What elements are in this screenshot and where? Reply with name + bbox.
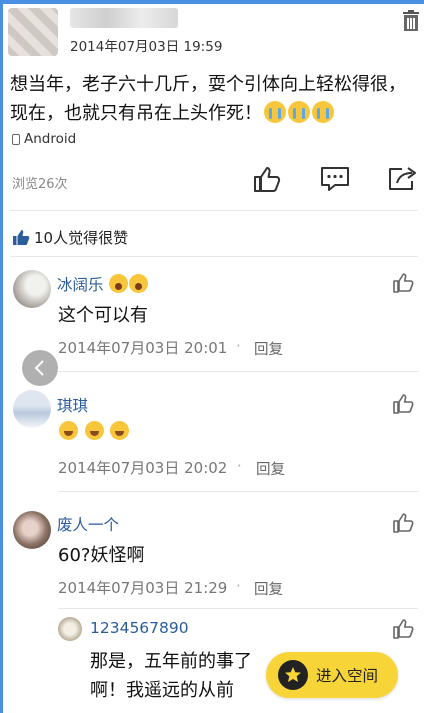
separator: · — [237, 457, 242, 475]
likes-summary-text: 10人觉得很赞 — [34, 229, 129, 247]
reply-text-line: 那是，五年前的事了 — [90, 651, 252, 672]
enter-space-button[interactable]: 进入空间 — [266, 652, 398, 698]
thumbs-up-icon — [13, 229, 30, 245]
comment-time: 2014年07月03日 20:01 — [58, 339, 228, 357]
crying-emoji-icon — [312, 101, 334, 123]
trash-icon[interactable] — [402, 10, 420, 32]
enter-space-label: 进入空间 — [316, 667, 379, 685]
divider — [58, 608, 418, 609]
star-icon — [278, 660, 308, 690]
comment-text — [58, 421, 130, 442]
divider — [10, 256, 418, 257]
reply-button[interactable]: 回复 — [256, 458, 285, 479]
separator: · — [236, 577, 241, 595]
thumbs-up-icon[interactable] — [392, 272, 414, 294]
phone-icon — [12, 133, 20, 145]
yawning-emoji-icon — [84, 421, 104, 440]
comment-time: 2014年07月03日 20:02 — [58, 459, 228, 477]
username-blurred — [70, 8, 178, 28]
reply-text-line: 啊！我遥远的从前 — [90, 680, 234, 701]
comment-time: 2014年07月03日 21:29 — [58, 579, 228, 597]
divider — [58, 371, 418, 372]
crying-emoji-icon — [288, 101, 310, 123]
thumbs-up-icon[interactable] — [392, 618, 414, 640]
comment-author-name[interactable]: 琪琪 — [57, 394, 88, 416]
reply-author-name[interactable]: 1234567890 — [90, 619, 189, 637]
avatar[interactable] — [13, 270, 51, 308]
avatar[interactable] — [13, 511, 51, 549]
window-frame-left — [0, 0, 3, 713]
avatar[interactable] — [58, 617, 82, 641]
crying-emoji-icon — [264, 101, 286, 123]
comment-author[interactable]: 冰阔乐 — [57, 273, 149, 295]
thumbs-up-icon[interactable] — [252, 164, 282, 194]
share-icon[interactable] — [388, 164, 418, 194]
divider — [10, 210, 418, 211]
chevron-left-icon[interactable] — [22, 350, 58, 386]
view-count: 浏览26次 — [12, 177, 68, 192]
avatar[interactable] — [13, 390, 51, 428]
comment-text: 60?妖怪啊 — [58, 545, 145, 566]
separator: · — [236, 337, 241, 355]
post-time: 2014年07月03日 19:59 — [70, 39, 223, 55]
surprised-emoji-icon — [109, 274, 129, 293]
reply-button[interactable]: 回复 — [254, 578, 283, 599]
window-frame-top — [0, 0, 424, 4]
comment-author-name[interactable]: 废人一个 — [57, 513, 119, 535]
thumbs-up-icon[interactable] — [392, 512, 414, 534]
divider — [58, 491, 418, 492]
comment-icon[interactable] — [320, 164, 350, 194]
platform-text: Android — [24, 131, 77, 147]
reply-button[interactable]: 回复 — [254, 338, 283, 359]
yawning-emoji-icon — [110, 421, 130, 440]
comment-text: 这个可以有 — [58, 305, 148, 326]
post-text: 想当年，老子六十几斤，耍个引体向上轻松得很，现在，也就只有吊在上头作死！ — [10, 74, 406, 124]
yawning-emoji-icon — [59, 421, 78, 440]
thumbs-up-icon[interactable] — [392, 393, 414, 415]
surprised-emoji-icon — [129, 274, 149, 293]
likes-summary[interactable]: 10人觉得很赞 — [12, 227, 128, 248]
avatar[interactable] — [8, 8, 58, 56]
comment-author-name: 冰阔乐 — [57, 276, 104, 294]
platform-label: Android — [12, 131, 76, 147]
post-body: 想当年，老子六十几斤，耍个引体向上轻松得很，现在，也就只有吊在上头作死！ — [10, 70, 416, 128]
